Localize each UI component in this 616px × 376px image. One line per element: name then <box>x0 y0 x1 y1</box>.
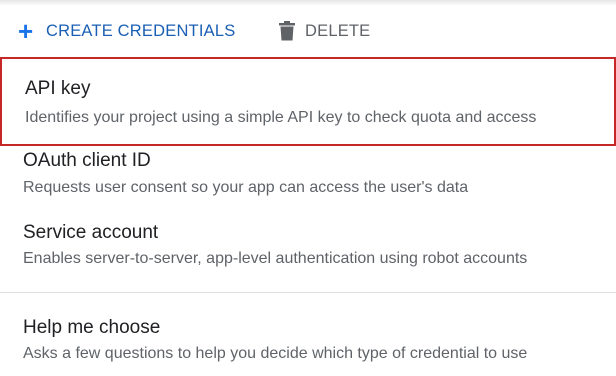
credentials-panel: + CREATE CREDENTIALS DELETE API key Iden… <box>0 0 616 376</box>
menu-item-description: Enables server-to-server, app-level auth… <box>23 250 528 267</box>
menu-item-title: API key <box>25 78 91 99</box>
menu-item-title: Help me choose <box>23 317 161 338</box>
menu-item-description: Requests user consent so your app can ac… <box>23 179 469 196</box>
create-credentials-button[interactable]: + CREATE CREDENTIALS <box>18 14 235 48</box>
menu-item-help-me-choose[interactable]: Help me choose Asks a few questions to h… <box>0 308 616 376</box>
plus-icon: + <box>18 16 34 46</box>
create-credentials-label: CREATE CREDENTIALS <box>46 21 236 40</box>
top-shadow <box>0 0 616 6</box>
menu-item-description: Identifies your project using a simple A… <box>25 109 537 126</box>
menu-item-api-key[interactable]: API key Identifies your project using a … <box>0 57 616 146</box>
delete-label: DELETE <box>305 21 371 40</box>
toolbar: + CREATE CREDENTIALS DELETE <box>0 14 616 48</box>
menu-item-service-account[interactable]: Service account Enables server-to-server… <box>0 216 616 286</box>
menu-item-title: OAuth client ID <box>23 150 151 171</box>
menu-divider <box>0 292 616 293</box>
menu-item-description: Asks a few questions to help you decide … <box>23 345 528 362</box>
menu-item-title: Service account <box>23 222 159 243</box>
menu-item-oauth-client-id[interactable]: OAuth client ID Requests user consent so… <box>0 146 616 214</box>
delete-button[interactable]: DELETE <box>278 14 370 48</box>
trash-icon <box>279 21 295 41</box>
